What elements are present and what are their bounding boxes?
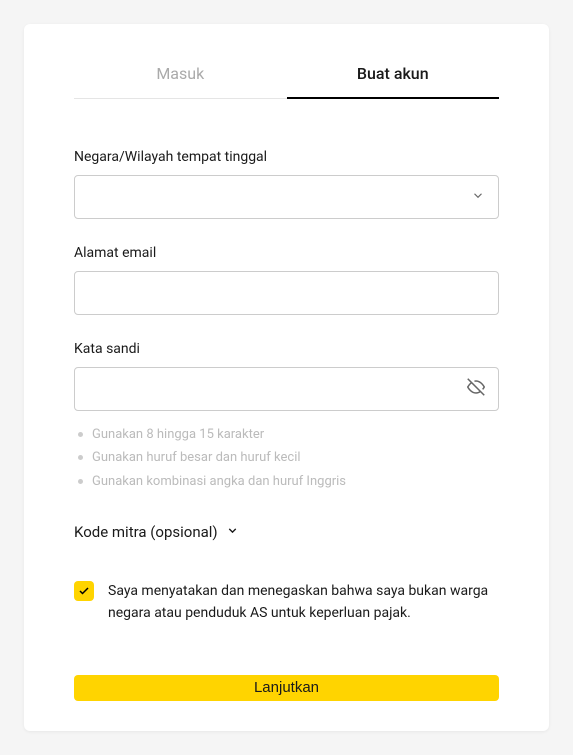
email-field[interactable] [74, 271, 499, 315]
signup-card: Masuk Buat akun Negara/Wilayah tempat ti… [24, 24, 549, 731]
tax-declaration: Saya menyatakan dan menegaskan bahwa say… [74, 581, 499, 624]
password-label: Kata sandi [74, 341, 499, 357]
eye-off-icon[interactable] [467, 378, 485, 400]
auth-tabs: Masuk Buat akun [74, 64, 499, 99]
email-label: Alamat email [74, 245, 499, 261]
declaration-text: Saya menyatakan dan menegaskan bahwa say… [108, 581, 499, 624]
password-rule: Gunakan huruf besar dan huruf kecil [74, 446, 499, 469]
country-field: Negara/Wilayah tempat tinggal [74, 149, 499, 219]
country-select[interactable] [74, 175, 499, 219]
password-field[interactable] [74, 367, 499, 411]
check-icon [78, 585, 90, 597]
declaration-checkbox[interactable] [74, 581, 94, 601]
continue-button[interactable]: Lanjutkan [74, 675, 499, 701]
password-rules: Gunakan 8 hingga 15 karakter Gunakan hur… [74, 423, 499, 493]
partner-code-label: Kode mitra (opsional) [74, 523, 218, 541]
tab-signin[interactable]: Masuk [74, 64, 287, 99]
tab-signup[interactable]: Buat akun [287, 64, 500, 99]
country-input[interactable] [74, 175, 499, 219]
password-rule: Gunakan kombinasi angka dan huruf Inggri… [74, 470, 499, 493]
country-label: Negara/Wilayah tempat tinggal [74, 149, 499, 165]
partner-code-toggle[interactable]: Kode mitra (opsional) [74, 523, 499, 541]
password-rule: Gunakan 8 hingga 15 karakter [74, 423, 499, 446]
email-field-group: Alamat email [74, 245, 499, 315]
password-field-group: Kata sandi Gunakan 8 hingga 15 karakter … [74, 341, 499, 493]
chevron-down-icon [226, 523, 239, 541]
